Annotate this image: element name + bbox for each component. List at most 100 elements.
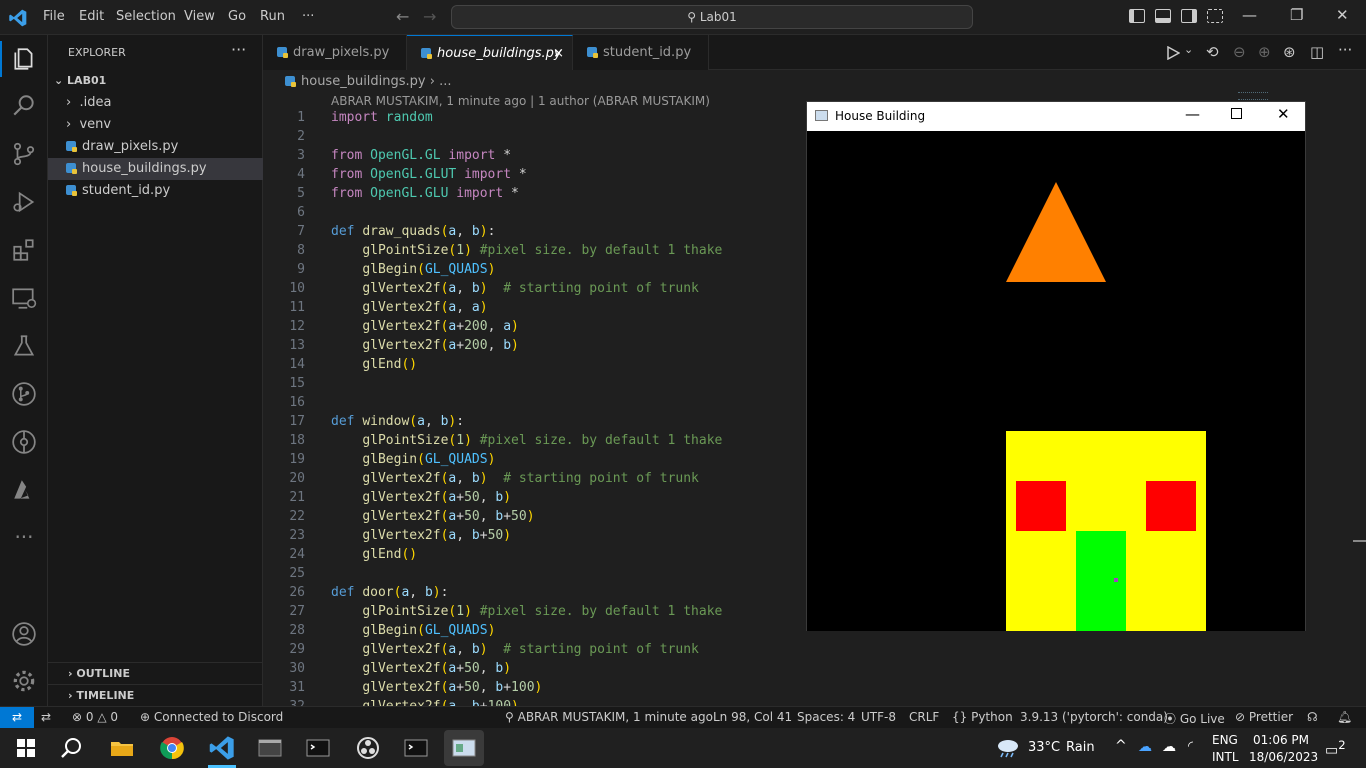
console-window-icon[interactable] — [256, 734, 284, 762]
maximize-icon[interactable] — [1231, 108, 1242, 119]
restore-icon[interactable]: ❐ — [1290, 6, 1303, 24]
more-views-icon[interactable]: ··· — [11, 525, 37, 551]
tray-chevron-up-icon[interactable]: ^ — [1115, 738, 1127, 754]
weather-rain-icon[interactable] — [995, 737, 1021, 759]
tab-house-buildings[interactable]: house_buildings.py × — [407, 35, 573, 70]
tab-draw-pixels[interactable]: draw_pixels.py — [263, 35, 407, 70]
vscode-taskbar-icon[interactable] — [208, 734, 236, 762]
extensions-icon[interactable] — [11, 237, 37, 263]
tree-file-draw-pixels[interactable]: draw_pixels.py — [48, 136, 263, 158]
menu-view[interactable]: View — [184, 9, 215, 24]
back-arrow-icon[interactable]: ← — [396, 7, 409, 26]
branch-icon[interactable]: ⇄ — [41, 710, 51, 724]
minimize-icon[interactable]: — — [1185, 105, 1200, 123]
windows-start-icon[interactable] — [12, 734, 40, 762]
tab-close-icon[interactable]: × — [553, 36, 564, 71]
tree-file-house-buildings[interactable]: house_buildings.py — [48, 158, 263, 180]
obs-icon[interactable] — [354, 734, 382, 762]
explorer-more-icon[interactable]: ··· — [231, 40, 246, 59]
feedback-icon[interactable]: ☊ — [1307, 710, 1318, 724]
gitlens-blame-icon[interactable]: ⊛ — [1283, 43, 1296, 61]
tree-folder-idea[interactable]: › .idea — [48, 92, 263, 114]
run-debug-icon[interactable] — [11, 189, 37, 215]
toggle-panel-icon[interactable] — [1155, 9, 1171, 23]
breadcrumb-more[interactable]: › ... — [430, 74, 452, 89]
menu-edit[interactable]: Edit — [79, 9, 104, 24]
search-icon[interactable] — [11, 93, 37, 119]
minimize-icon[interactable]: — — [1242, 6, 1257, 24]
menu-go[interactable]: Go — [228, 9, 246, 24]
explorer-title: EXPLORER — [68, 46, 126, 59]
opengl-app-taskbar-icon[interactable] — [450, 734, 478, 762]
remote-indicator[interactable]: ⇄ — [0, 707, 34, 729]
menu-more[interactable]: ··· — [302, 9, 314, 24]
weather-text[interactable]: Rain — [1066, 740, 1095, 755]
onedrive-icon[interactable]: ☁ — [1138, 739, 1152, 755]
close-icon[interactable]: ✕ — [1277, 105, 1290, 123]
prettier-status[interactable]: ⊘ Prettier — [1235, 710, 1293, 724]
testing-flask-icon[interactable] — [11, 333, 37, 359]
menu-file[interactable]: File — [43, 9, 65, 24]
tree-file-student-id[interactable]: student_id.py — [48, 180, 263, 202]
accounts-icon[interactable] — [11, 621, 37, 647]
source-control-icon[interactable] — [11, 141, 37, 167]
clock-date[interactable]: 18/06/2023 — [1249, 750, 1318, 764]
split-editor-icon[interactable]: ◫ — [1310, 43, 1324, 61]
opengl-window[interactable]: House Building — ✕ — [806, 101, 1306, 631]
workspace-root[interactable]: ⌄ LAB01 — [48, 70, 263, 92]
next-change-icon[interactable]: ⊕ — [1258, 43, 1271, 61]
python-interpreter[interactable]: 3.9.13 ('pytorch': conda) — [1020, 710, 1168, 724]
remote-explorer-icon[interactable] — [11, 285, 37, 311]
cursor-position[interactable]: Ln 98, Col 41 — [713, 710, 792, 724]
toggle-sidebar-icon[interactable] — [1129, 9, 1145, 23]
vscode-logo-icon[interactable] — [8, 8, 28, 28]
timeline-panel-header[interactable]: › TIMELINE — [48, 684, 263, 706]
language-mode[interactable]: {} Python — [952, 710, 1013, 724]
previous-change-icon[interactable]: ⊖ — [1233, 43, 1246, 61]
encoding[interactable]: UTF-8 — [861, 710, 896, 724]
discord-status[interactable]: ⊕ Connected to Discord — [140, 710, 283, 724]
file-explorer-icon[interactable] — [108, 734, 136, 762]
go-live-button[interactable]: ⦿ Go Live — [1164, 710, 1225, 727]
toggle-secondary-sidebar-icon[interactable] — [1181, 9, 1197, 23]
chrome-icon[interactable] — [158, 734, 186, 762]
terminal-icon[interactable] — [304, 734, 332, 762]
git-graph-icon[interactable] — [11, 381, 37, 407]
manage-gear-icon[interactable] — [11, 668, 37, 694]
explorer-icon[interactable] — [11, 46, 37, 72]
azure-icon[interactable] — [11, 477, 37, 503]
notification-center-icon[interactable]: ▭2 — [1325, 738, 1346, 759]
run-dropdown-chevron-icon[interactable]: ⌄ — [1184, 43, 1193, 56]
menu-selection[interactable]: Selection — [116, 9, 176, 24]
forward-arrow-icon[interactable]: → — [423, 7, 436, 26]
run-play-icon[interactable] — [1166, 46, 1180, 60]
editor-more-icon[interactable]: ··· — [1338, 41, 1352, 59]
menu-run[interactable]: Run — [260, 9, 285, 24]
compare-changes-icon[interactable]: ⟲ — [1206, 43, 1219, 61]
language-indicator-secondary[interactable]: INTL — [1212, 750, 1239, 764]
customize-layout-icon[interactable] — [1207, 9, 1223, 23]
breadcrumb-file[interactable]: house_buildings.py — [301, 74, 426, 89]
command-center-search[interactable]: ⚲ Lab01 — [451, 5, 973, 29]
line-ending[interactable]: CRLF — [909, 710, 939, 724]
language-indicator-primary[interactable]: ENG — [1212, 733, 1238, 747]
tree-folder-venv[interactable]: › venv — [48, 114, 263, 136]
problems-indicator[interactable]: ⊗ 0 △ 0 — [72, 710, 118, 724]
notifications-bell-icon[interactable]: 🔔︎ — [1337, 710, 1352, 724]
blame-status[interactable]: ⚲ ABRAR MUSTAKIM, 1 minute ago — [505, 710, 713, 724]
weather-temp[interactable]: 33°C — [1028, 740, 1060, 755]
codelens-blame[interactable]: ABRAR MUSTAKIM, 1 minute ago | 1 author … — [331, 94, 710, 108]
minimap[interactable] — [1238, 92, 1268, 100]
tab-student-id[interactable]: student_id.py — [573, 35, 709, 70]
cloud-icon[interactable]: ☁ — [1162, 739, 1176, 755]
gitlens-icon[interactable] — [11, 429, 37, 455]
clock-time[interactable]: 01:06 PM — [1253, 733, 1309, 747]
opengl-window-titlebar[interactable]: House Building — ✕ — [807, 102, 1305, 131]
outline-panel-header[interactable]: › OUTLINE — [48, 662, 263, 684]
close-icon[interactable]: ✕ — [1336, 6, 1349, 24]
wifi-icon[interactable]: ◜ — [1188, 739, 1193, 754]
terminal-2-icon[interactable] — [402, 734, 430, 762]
indentation[interactable]: Spaces: 4 — [797, 710, 855, 724]
error-count: 0 — [85, 710, 94, 724]
taskbar-search-icon[interactable] — [58, 734, 86, 762]
